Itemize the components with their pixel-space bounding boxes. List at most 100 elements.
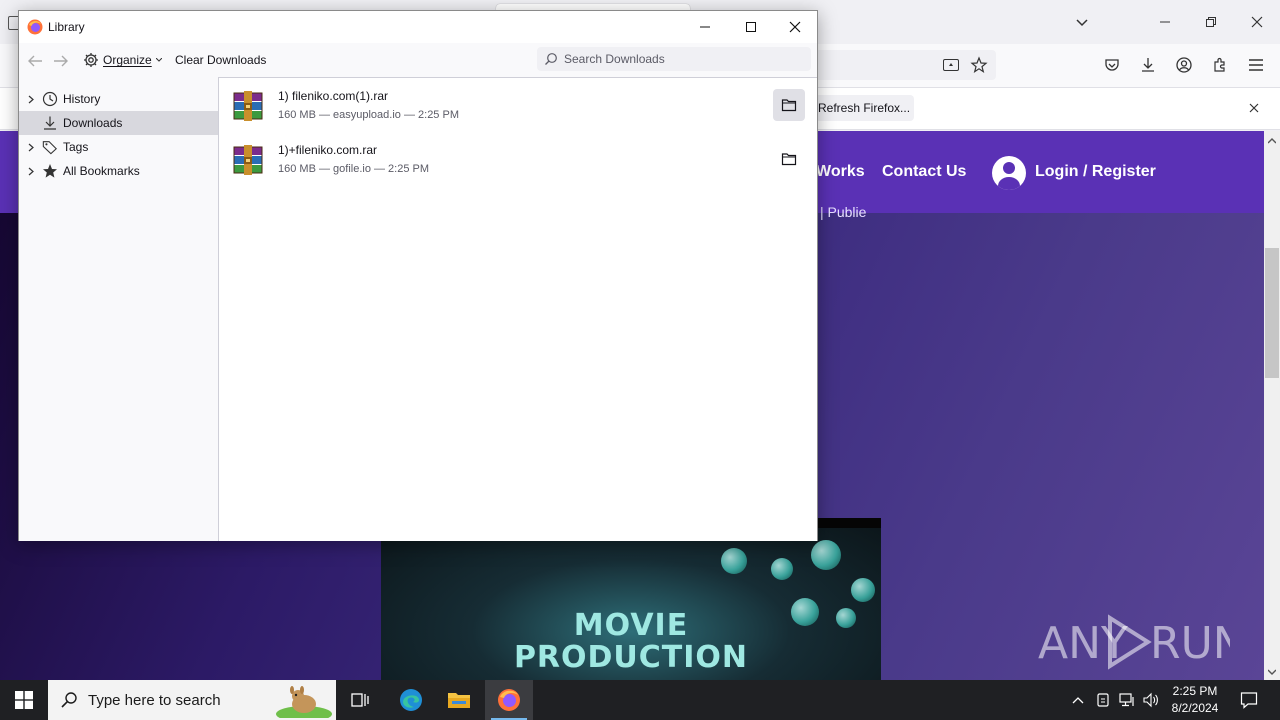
expand-twisty-icon[interactable] bbox=[25, 93, 37, 105]
close-icon bbox=[1249, 103, 1259, 113]
volume-icon[interactable] bbox=[1141, 690, 1161, 710]
chevron-down-icon bbox=[155, 58, 162, 62]
firefox-taskbar-button[interactable] bbox=[485, 680, 533, 720]
network-icon[interactable] bbox=[1117, 690, 1137, 710]
download-status: 160 MB — easyupload.io — 2:25 PM bbox=[278, 109, 459, 121]
bookmark-star-icon[interactable] bbox=[967, 54, 991, 76]
library-window: Library Organize Clear Downloads Search … bbox=[18, 10, 818, 541]
show-hidden-icons-chevron-up-icon[interactable] bbox=[1068, 690, 1088, 710]
organize-menu-button[interactable]: Organize bbox=[83, 49, 162, 71]
video-thumbnail[interactable]: MOVIE PRODUCTION bbox=[381, 518, 881, 680]
hamburger-menu-icon[interactable] bbox=[1244, 54, 1268, 76]
sidebar-item-downloads[interactable]: Downloads bbox=[19, 111, 218, 135]
minimize-icon bbox=[700, 26, 710, 27]
search-highlight-illustration-icon bbox=[276, 686, 332, 718]
extensions-icon[interactable] bbox=[1208, 54, 1232, 76]
action-center-button[interactable] bbox=[1234, 680, 1264, 720]
page-scrollbar[interactable] bbox=[1264, 131, 1280, 680]
edge-browser-icon bbox=[400, 689, 422, 711]
video-title: MOVIE PRODUCTION bbox=[513, 608, 749, 675]
folder-icon bbox=[781, 99, 797, 112]
svg-text:RUN: RUN bbox=[1150, 618, 1230, 669]
nav-link-works[interactable]: Works bbox=[816, 163, 865, 181]
browser-minimize-button[interactable] bbox=[1150, 8, 1180, 36]
task-view-icon bbox=[351, 693, 369, 707]
tag-icon bbox=[42, 139, 58, 155]
star-icon bbox=[42, 163, 58, 179]
browser-close-button[interactable] bbox=[1242, 8, 1272, 36]
download-filename: 1)+fileniko.com.rar bbox=[278, 143, 378, 157]
forward-button[interactable] bbox=[50, 51, 72, 71]
show-in-folder-button[interactable] bbox=[773, 89, 805, 121]
back-button[interactable] bbox=[24, 51, 46, 71]
start-button[interactable] bbox=[0, 680, 48, 720]
anyrun-watermark: ANY RUN bbox=[1038, 608, 1238, 672]
clock-icon bbox=[42, 91, 58, 107]
sidebar-item-tags[interactable]: Tags bbox=[19, 135, 218, 159]
downloads-list: 1) fileniko.com(1).rar 160 MB — easyuplo… bbox=[219, 77, 817, 541]
library-minimize-button[interactable] bbox=[682, 11, 728, 42]
sidebar-item-history[interactable]: History bbox=[19, 87, 218, 111]
login-register-link[interactable]: Login / Register bbox=[1035, 163, 1156, 181]
arrow-left-icon bbox=[28, 55, 42, 67]
reader-view-icon[interactable] bbox=[939, 54, 963, 76]
side-text: | Publie bbox=[820, 204, 867, 220]
sidebar-item-label: All Bookmarks bbox=[63, 164, 140, 178]
folder-icon bbox=[781, 153, 797, 166]
clear-downloads-button[interactable]: Clear Downloads bbox=[175, 49, 266, 71]
notification-close-button[interactable] bbox=[1244, 98, 1264, 118]
taskbar-search-box[interactable]: Type here to search bbox=[48, 680, 336, 720]
firefox-logo-icon bbox=[27, 19, 43, 35]
library-titlebar[interactable]: Library bbox=[19, 11, 817, 43]
show-in-folder-button[interactable] bbox=[773, 143, 805, 175]
scroll-down-arrow-icon[interactable] bbox=[1264, 664, 1280, 680]
nav-link-contact-us[interactable]: Contact Us bbox=[882, 163, 966, 181]
download-item[interactable]: 1)+fileniko.com.rar 160 MB — gofile.io —… bbox=[219, 132, 817, 186]
list-all-tabs-button[interactable] bbox=[1072, 12, 1092, 32]
chevron-down-icon bbox=[1076, 19, 1088, 27]
task-view-button[interactable] bbox=[336, 680, 384, 720]
winrar-archive-icon bbox=[233, 145, 263, 175]
edge-taskbar-button[interactable] bbox=[387, 680, 435, 720]
tray-app-icon[interactable] bbox=[1093, 690, 1113, 710]
library-maximize-button[interactable] bbox=[728, 11, 774, 42]
search-icon bbox=[61, 692, 77, 708]
search-downloads-box[interactable] bbox=[537, 47, 811, 71]
restore-icon bbox=[1206, 17, 1216, 27]
close-icon bbox=[789, 21, 801, 32]
system-clock[interactable]: 2:25 PM 8/2/2024 bbox=[1164, 683, 1226, 717]
library-sidebar: History Downloads Tags All Bookmarks bbox=[19, 77, 219, 541]
download-icon bbox=[42, 115, 58, 131]
clock-date: 8/2/2024 bbox=[1171, 701, 1219, 715]
scroll-up-arrow-icon[interactable] bbox=[1264, 133, 1280, 149]
maximize-icon bbox=[746, 21, 756, 32]
downloads-toolbar-icon[interactable] bbox=[1136, 54, 1160, 76]
expand-twisty-icon[interactable] bbox=[25, 165, 37, 177]
pocket-icon[interactable] bbox=[1100, 54, 1124, 76]
anyrun-logo-icon: ANY RUN bbox=[1038, 614, 1230, 670]
search-downloads-input[interactable] bbox=[564, 52, 804, 66]
scrollbar-thumb[interactable] bbox=[1265, 248, 1279, 378]
file-explorer-icon bbox=[448, 693, 470, 708]
library-close-button[interactable] bbox=[772, 11, 818, 42]
download-item[interactable]: 1) fileniko.com(1).rar 160 MB — easyuplo… bbox=[219, 78, 817, 132]
sidebar-item-label: Tags bbox=[63, 140, 89, 154]
download-status: 160 MB — gofile.io — 2:25 PM bbox=[278, 163, 430, 175]
account-icon[interactable] bbox=[1172, 54, 1196, 76]
browser-restore-button[interactable] bbox=[1196, 8, 1226, 36]
notification-icon bbox=[1240, 692, 1258, 709]
windows-taskbar: Type here to search 2:25 PM 8/2/2024 bbox=[0, 680, 1280, 720]
sidebar-item-all-bookmarks[interactable]: All Bookmarks bbox=[19, 159, 218, 183]
sidebar-item-label: History bbox=[63, 92, 101, 106]
sidebar-item-label: Downloads bbox=[63, 116, 123, 130]
clock-time: 2:25 PM bbox=[1172, 684, 1218, 698]
windows-logo-icon bbox=[15, 691, 33, 709]
user-avatar-icon[interactable] bbox=[992, 156, 1026, 190]
download-filename: 1) fileniko.com(1).rar bbox=[278, 89, 389, 103]
expand-twisty-icon[interactable] bbox=[25, 141, 37, 153]
refresh-firefox-button[interactable]: Refresh Firefox... bbox=[808, 95, 914, 121]
gear-icon bbox=[84, 53, 98, 67]
window-title: Library bbox=[48, 20, 85, 34]
file-explorer-taskbar-button[interactable] bbox=[435, 680, 483, 720]
organize-label: Organize bbox=[103, 53, 152, 67]
